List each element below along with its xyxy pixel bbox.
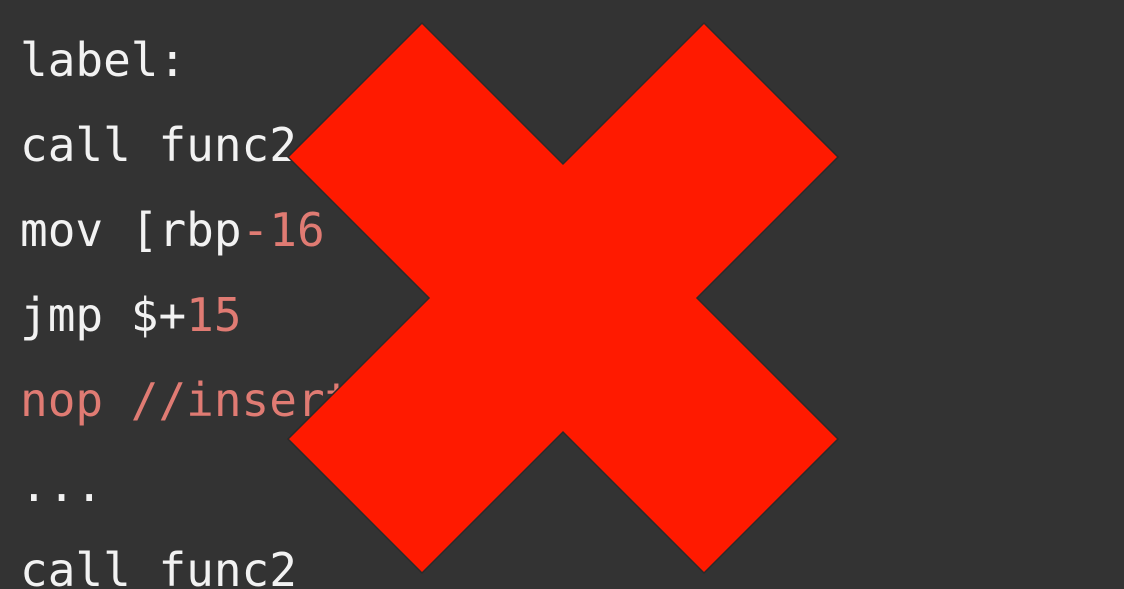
slide: label: call func2 mov [rbp-16 jmp $+15 nop /…: [0, 0, 1124, 589]
cross-shape: [286, 21, 840, 575]
cross-mark-icon: [286, 21, 840, 575]
